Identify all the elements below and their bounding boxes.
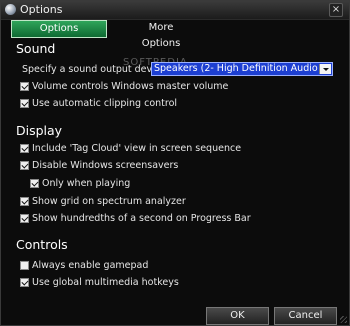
tab-more-options[interactable]: More Options	[129, 20, 193, 49]
checkbox-volume-master[interactable]	[20, 82, 29, 91]
checkbox-tag-cloud[interactable]	[20, 144, 29, 153]
checkbox-multimedia-hotkeys[interactable]	[20, 278, 29, 287]
option-disable-screensavers-label: Disable Windows screensavers	[32, 160, 179, 171]
chevron-down-icon[interactable]	[319, 64, 331, 74]
sound-device-value: Speakers (2- High Definition Audio Devic…	[154, 63, 319, 74]
checkbox-disable-screensavers[interactable]	[20, 161, 29, 170]
option-auto-clipping-label: Use automatic clipping control	[32, 98, 178, 109]
tab-options[interactable]: Options	[11, 20, 107, 38]
tab-bar: Options More Options	[1, 20, 349, 49]
window-title: Options	[20, 3, 63, 16]
section-sound-title: Sound	[16, 41, 56, 56]
option-spectrum-grid-label: Show grid on spectrum analyzer	[32, 196, 186, 207]
option-volume-master-label: Volume controls Windows master volume	[32, 81, 229, 92]
option-gamepad-label: Always enable gamepad	[32, 260, 149, 271]
cancel-button[interactable]: Cancel	[274, 307, 337, 325]
app-icon	[5, 4, 16, 15]
ok-button[interactable]: OK	[206, 307, 269, 325]
option-hundredths-label: Show hundredths of a second on Progress …	[32, 213, 251, 224]
checkbox-spectrum-grid[interactable]	[20, 197, 29, 206]
option-only-when-playing-label: Only when playing	[42, 178, 131, 189]
section-display-title: Display	[16, 123, 63, 138]
option-multimedia-hotkeys-label: Use global multimedia hotkeys	[32, 277, 179, 288]
resize-grip-icon[interactable]	[340, 316, 347, 323]
options-window: Options × Options More Options Sound Spe…	[0, 0, 350, 326]
option-tag-cloud-label: Include 'Tag Cloud' view in screen seque…	[32, 143, 242, 154]
close-button[interactable]: ×	[329, 3, 343, 17]
checkbox-gamepad[interactable]	[20, 261, 29, 270]
checkbox-auto-clipping[interactable]	[20, 99, 29, 108]
title-bar[interactable]: Options ×	[1, 1, 349, 20]
section-controls-title: Controls	[16, 237, 68, 252]
sound-device-dropdown[interactable]: Speakers (2- High Definition Audio Devic…	[151, 62, 333, 76]
checkbox-only-when-playing[interactable]	[30, 179, 39, 188]
checkbox-hundredths[interactable]	[20, 214, 29, 223]
